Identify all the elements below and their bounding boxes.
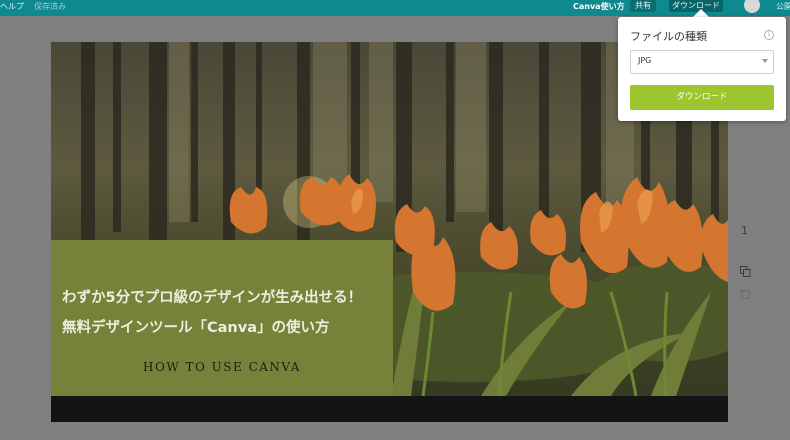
subtitle-text[interactable]: HOW TO USE CANVA [51,360,393,374]
info-icon[interactable]: i [764,30,774,40]
headline-line-2[interactable]: 無料デザインツール「Canva」の使い方 [62,316,329,337]
file-type-label: ファイルの種類 [630,30,707,43]
file-type-value: JPG [638,56,652,65]
bottom-strip [51,396,728,422]
trash-icon[interactable] [741,289,750,299]
page-number: 1 [741,224,748,237]
download-popup: ファイルの種類 i JPG ダウンロード [618,17,786,121]
design-title[interactable]: Canva使い方 [573,0,625,14]
headline-line-1[interactable]: わずか5分でプロ級のデザインが生み出せる！ [62,286,362,307]
file-type-select[interactable]: JPG [630,50,774,74]
download-button[interactable]: ダウンロード [630,85,774,110]
share-button[interactable]: 共有 [630,0,656,12]
title-text-box[interactable]: わずか5分でプロ級のデザインが生み出せる！ 無料デザインツール「Canva」の使… [51,240,393,396]
popup-caret [693,9,709,17]
copy-icon[interactable] [740,266,751,277]
chevron-down-icon [762,59,768,63]
help-menu[interactable]: ヘルプ [0,0,24,14]
publish-button[interactable]: 公開 [776,0,790,14]
saved-status: 保存済み [34,2,66,11]
